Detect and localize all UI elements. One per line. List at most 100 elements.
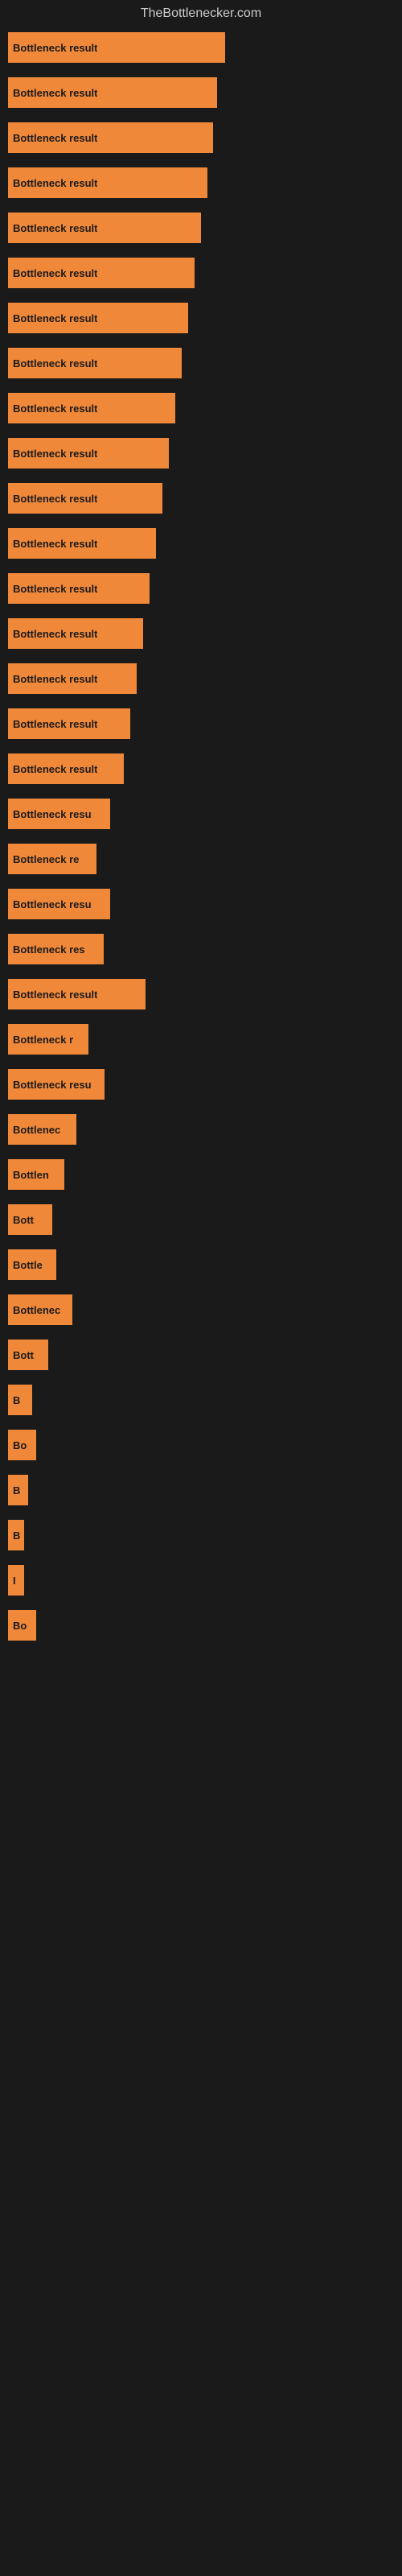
bar-row: Bottle xyxy=(8,1249,394,1280)
bar-label-3: Bottleneck result xyxy=(13,177,97,189)
bar-row: Bott xyxy=(8,1340,394,1370)
bar-16: Bottleneck result xyxy=(8,753,124,784)
bar-8: Bottleneck result xyxy=(8,393,175,423)
bar-10: Bottleneck result xyxy=(8,483,162,514)
bar-label-17: Bottleneck resu xyxy=(13,808,92,820)
bar-row: Bottleneck result xyxy=(8,753,394,784)
bar-label-20: Bottleneck res xyxy=(13,943,85,956)
bar-29: Bott xyxy=(8,1340,48,1370)
bar-row: Bottleneck resu xyxy=(8,799,394,829)
bar-row: Bottleneck resu xyxy=(8,1069,394,1100)
bar-label-6: Bottleneck result xyxy=(13,312,97,324)
bar-25: Bottlen xyxy=(8,1159,64,1190)
bar-label-19: Bottleneck resu xyxy=(13,898,92,910)
bar-label-28: Bottlenec xyxy=(13,1304,60,1316)
bar-row: I xyxy=(8,1565,394,1596)
bar-9: Bottleneck result xyxy=(8,438,169,469)
bar-19: Bottleneck resu xyxy=(8,889,110,919)
bar-row: Bottleneck result xyxy=(8,393,394,423)
bar-row: Bottleneck result xyxy=(8,483,394,514)
bar-2: Bottleneck result xyxy=(8,122,213,153)
bar-row: Bottlen xyxy=(8,1159,394,1190)
bar-row: Bottleneck result xyxy=(8,573,394,604)
bar-32: B xyxy=(8,1475,28,1505)
bar-row: Bo xyxy=(8,1610,394,1641)
bar-label-34: I xyxy=(13,1575,16,1587)
bar-17: Bottleneck resu xyxy=(8,799,110,829)
bar-14: Bottleneck result xyxy=(8,663,137,694)
bar-6: Bottleneck result xyxy=(8,303,188,333)
bar-label-23: Bottleneck resu xyxy=(13,1079,92,1091)
bar-7: Bottleneck result xyxy=(8,348,182,378)
bar-label-33: B xyxy=(13,1530,20,1542)
bar-label-1: Bottleneck result xyxy=(13,87,97,99)
title-text: TheBottlenecker.com xyxy=(141,6,261,20)
bar-row: Bottleneck result xyxy=(8,663,394,694)
bar-row: Bottleneck result xyxy=(8,258,394,288)
bar-row: Bottleneck result xyxy=(8,348,394,378)
bar-row: Bo xyxy=(8,1430,394,1460)
bar-label-9: Bottleneck result xyxy=(13,448,97,460)
bar-30: B xyxy=(8,1385,32,1415)
bar-row: B xyxy=(8,1520,394,1550)
bar-label-14: Bottleneck result xyxy=(13,673,97,685)
bar-label-32: B xyxy=(13,1484,20,1496)
bar-label-26: Bott xyxy=(13,1214,34,1226)
bar-row: Bottleneck result xyxy=(8,979,394,1009)
bar-label-2: Bottleneck result xyxy=(13,132,97,144)
bar-row: Bottleneck result xyxy=(8,32,394,63)
bar-label-0: Bottleneck result xyxy=(13,42,97,54)
bar-27: Bottle xyxy=(8,1249,56,1280)
bar-row: Bott xyxy=(8,1204,394,1235)
site-title: TheBottlenecker.com xyxy=(0,0,402,24)
bar-1: Bottleneck result xyxy=(8,77,217,108)
bar-label-27: Bottle xyxy=(13,1259,43,1271)
bar-row: Bottleneck resu xyxy=(8,889,394,919)
bar-row: Bottleneck result xyxy=(8,303,394,333)
bar-row: Bottleneck result xyxy=(8,213,394,243)
bar-row: Bottleneck result xyxy=(8,77,394,108)
bar-label-5: Bottleneck result xyxy=(13,267,97,279)
bar-row: Bottleneck result xyxy=(8,528,394,559)
bar-row: Bottleneck r xyxy=(8,1024,394,1055)
bar-label-21: Bottleneck result xyxy=(13,989,97,1001)
bar-label-35: Bo xyxy=(13,1620,27,1632)
bar-label-22: Bottleneck r xyxy=(13,1034,73,1046)
bar-row: Bottleneck result xyxy=(8,122,394,153)
bar-label-16: Bottleneck result xyxy=(13,763,97,775)
bar-row: Bottlenec xyxy=(8,1294,394,1325)
bar-11: Bottleneck result xyxy=(8,528,156,559)
bar-row: B xyxy=(8,1475,394,1505)
bar-row: Bottleneck result xyxy=(8,438,394,469)
bar-34: I xyxy=(8,1565,24,1596)
bar-row: Bottlenec xyxy=(8,1114,394,1145)
bar-33: B xyxy=(8,1520,24,1550)
bar-label-11: Bottleneck result xyxy=(13,538,97,550)
bar-row: Bottleneck re xyxy=(8,844,394,874)
bar-label-13: Bottleneck result xyxy=(13,628,97,640)
bar-row: Bottleneck result xyxy=(8,167,394,198)
bar-label-10: Bottleneck result xyxy=(13,493,97,505)
bar-24: Bottlenec xyxy=(8,1114,76,1145)
bars-container: Bottleneck result Bottleneck result Bottle… xyxy=(0,24,402,1663)
bar-5: Bottleneck result xyxy=(8,258,195,288)
bar-label-31: Bo xyxy=(13,1439,27,1451)
bar-label-4: Bottleneck result xyxy=(13,222,97,234)
bar-26: Bott xyxy=(8,1204,52,1235)
bar-28: Bottlenec xyxy=(8,1294,72,1325)
bar-4: Bottleneck result xyxy=(8,213,201,243)
bar-label-30: B xyxy=(13,1394,20,1406)
bar-35: Bo xyxy=(8,1610,36,1641)
bar-13: Bottleneck result xyxy=(8,618,143,649)
bar-label-12: Bottleneck result xyxy=(13,583,97,595)
bar-18: Bottleneck re xyxy=(8,844,96,874)
bar-3: Bottleneck result xyxy=(8,167,207,198)
bar-22: Bottleneck r xyxy=(8,1024,88,1055)
bar-row: Bottleneck result xyxy=(8,708,394,739)
bar-label-29: Bott xyxy=(13,1349,34,1361)
bar-label-24: Bottlenec xyxy=(13,1124,60,1136)
bar-0: Bottleneck result xyxy=(8,32,225,63)
bar-31: Bo xyxy=(8,1430,36,1460)
bar-row: Bottleneck result xyxy=(8,618,394,649)
bar-label-25: Bottlen xyxy=(13,1169,49,1181)
